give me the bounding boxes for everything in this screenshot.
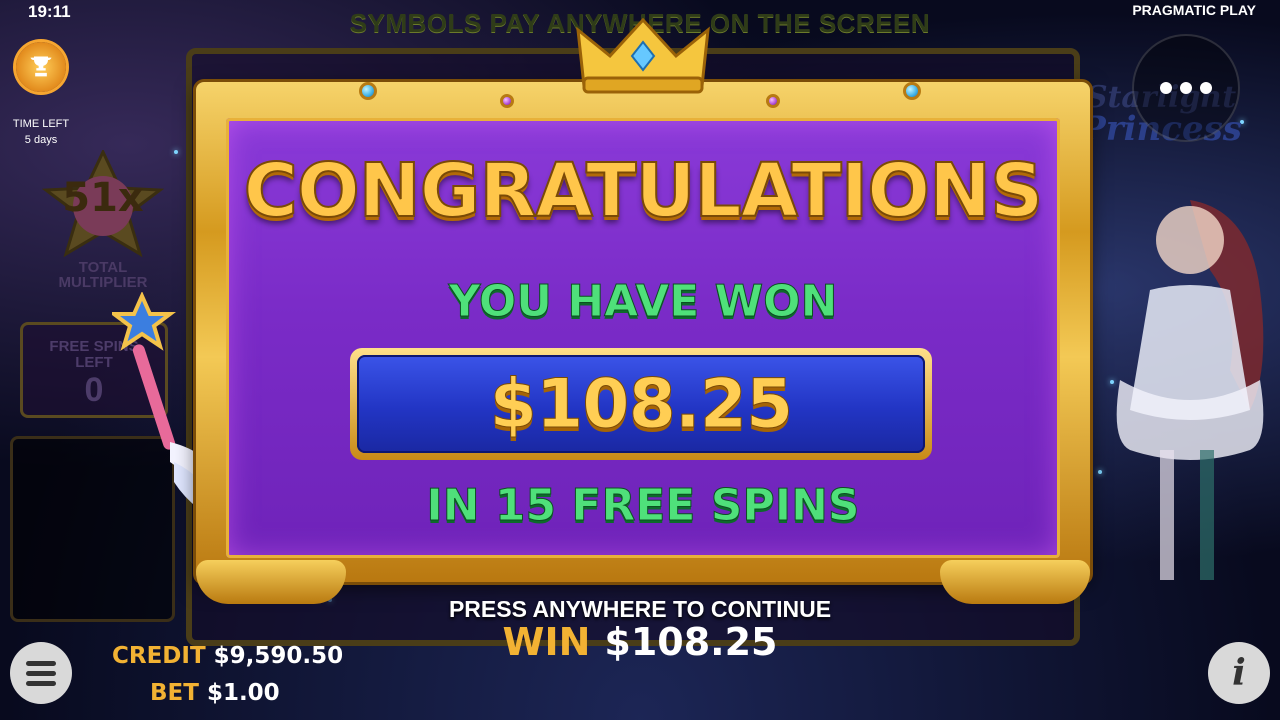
gem-icon: [359, 82, 377, 100]
win-amount: $108.25: [489, 364, 794, 444]
multiplier-value: 51x: [62, 175, 144, 221]
congratulations-title: CONGRATULATIONS: [243, 147, 1045, 235]
time-left-label: TIME LEFT: [12, 118, 70, 130]
gem-icon: [500, 94, 514, 108]
press-to-continue-prompt[interactable]: PRESS ANYWHERE TO CONTINUE: [0, 596, 1280, 623]
credit-value: $9,590.50: [213, 643, 344, 669]
tournament-widget[interactable]: TIME LEFT 5 days: [4, 42, 78, 146]
gem-icon: [766, 94, 780, 108]
win-value: $108.25: [604, 620, 778, 664]
ellipsis-icon: [1160, 82, 1172, 94]
win-summary-modal[interactable]: CONGRATULATIONS YOU HAVE WON $108.25 IN …: [196, 17, 1090, 604]
free-spins-count-label: IN 15 FREE SPINS: [426, 480, 860, 532]
sparkle: [174, 150, 178, 154]
ellipsis-icon: [1200, 82, 1212, 94]
win-label: WIN: [502, 620, 591, 664]
multiplier-label: TOTAL MULTIPLIER: [38, 260, 168, 290]
time-left-value: 5 days: [24, 134, 58, 146]
credit-display: CREDIT $9,590.50: [112, 643, 343, 669]
you-have-won-label: YOU HAVE WON: [448, 276, 838, 328]
hamburger-icon: [26, 670, 56, 676]
bet-value: $1.00: [206, 680, 280, 706]
multiplier-label-line2: MULTIPLIER: [58, 274, 148, 291]
crown-icon: [576, 17, 710, 94]
provider-name: PRAGMATIC PLAY: [1132, 2, 1256, 18]
trophy-icon[interactable]: [16, 42, 66, 92]
hamburger-icon: [26, 680, 56, 686]
win-amount-box: $108.25: [350, 348, 932, 460]
hamburger-menu-button[interactable]: [10, 642, 72, 704]
bet-label: BET: [150, 680, 199, 706]
info-icon: i: [1232, 652, 1246, 694]
multiplier-label-line1: TOTAL: [78, 259, 128, 276]
more-options-button[interactable]: [1132, 34, 1240, 142]
info-button[interactable]: i: [1208, 642, 1270, 704]
bet-display: BET $1.00: [150, 680, 280, 706]
ellipsis-icon: [1180, 82, 1192, 94]
gem-icon: [903, 82, 921, 100]
credit-label: CREDIT: [112, 643, 206, 669]
hamburger-icon: [26, 660, 56, 666]
princess-character: [1116, 200, 1264, 580]
win-amount-panel: $108.25: [357, 355, 925, 453]
